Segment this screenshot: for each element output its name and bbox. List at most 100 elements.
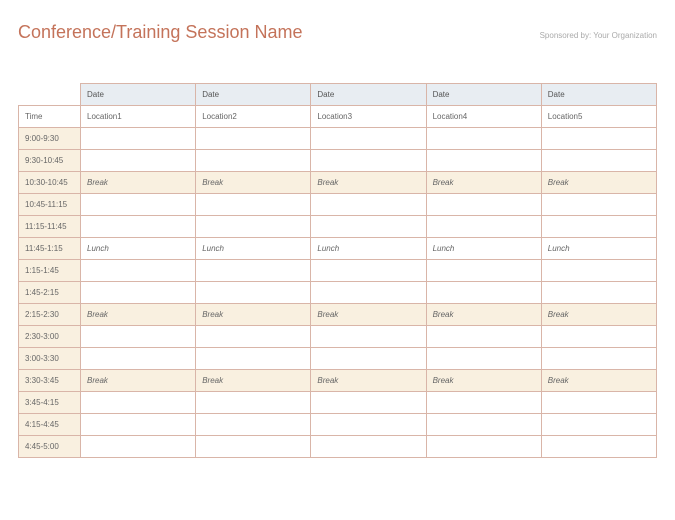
schedule-cell: Break bbox=[196, 304, 311, 326]
schedule-cell bbox=[311, 326, 426, 348]
table-row: 11:45-1:15LunchLunchLunchLunchLunch bbox=[19, 238, 657, 260]
date-header: Date bbox=[81, 84, 196, 106]
schedule-cell bbox=[81, 260, 196, 282]
schedule-cell bbox=[541, 216, 656, 238]
time-cell: 11:15-11:45 bbox=[19, 216, 81, 238]
location-header: Location1 bbox=[81, 106, 196, 128]
schedule-cell bbox=[81, 326, 196, 348]
schedule-cell bbox=[81, 282, 196, 304]
schedule-cell bbox=[81, 392, 196, 414]
schedule-cell: Break bbox=[81, 172, 196, 194]
schedule-table: Date Date Date Date Date Time Location1 … bbox=[18, 83, 657, 458]
schedule-cell bbox=[81, 436, 196, 458]
schedule-cell bbox=[541, 348, 656, 370]
schedule-cell bbox=[311, 414, 426, 436]
schedule-cell bbox=[541, 414, 656, 436]
location-header: Location3 bbox=[311, 106, 426, 128]
table-row: 2:15-2:30BreakBreakBreakBreakBreak bbox=[19, 304, 657, 326]
time-cell: 4:45-5:00 bbox=[19, 436, 81, 458]
schedule-cell bbox=[426, 282, 541, 304]
schedule-cell: Break bbox=[196, 370, 311, 392]
time-cell: 2:30-3:00 bbox=[19, 326, 81, 348]
schedule-cell bbox=[311, 392, 426, 414]
schedule-cell bbox=[196, 282, 311, 304]
table-row: 11:15-11:45 bbox=[19, 216, 657, 238]
table-row: 3:30-3:45BreakBreakBreakBreakBreak bbox=[19, 370, 657, 392]
table-row: 9:00-9:30 bbox=[19, 128, 657, 150]
table-row: 1:45-2:15 bbox=[19, 282, 657, 304]
schedule-cell: Lunch bbox=[426, 238, 541, 260]
table-row: 10:30-10:45BreakBreakBreakBreakBreak bbox=[19, 172, 657, 194]
date-header: Date bbox=[311, 84, 426, 106]
schedule-cell bbox=[426, 392, 541, 414]
location-header: Location5 bbox=[541, 106, 656, 128]
table-row: 2:30-3:00 bbox=[19, 326, 657, 348]
date-header-row: Date Date Date Date Date bbox=[19, 84, 657, 106]
schedule-cell bbox=[81, 194, 196, 216]
schedule-cell: Lunch bbox=[81, 238, 196, 260]
schedule-cell bbox=[196, 216, 311, 238]
schedule-cell bbox=[541, 436, 656, 458]
schedule-cell bbox=[541, 260, 656, 282]
schedule-cell: Lunch bbox=[311, 238, 426, 260]
schedule-cell: Break bbox=[541, 172, 656, 194]
schedule-cell: Lunch bbox=[541, 238, 656, 260]
time-cell: 3:00-3:30 bbox=[19, 348, 81, 370]
schedule-cell bbox=[81, 216, 196, 238]
date-header: Date bbox=[196, 84, 311, 106]
schedule-cell bbox=[426, 150, 541, 172]
time-cell: 1:45-2:15 bbox=[19, 282, 81, 304]
time-label: Time bbox=[19, 106, 81, 128]
schedule-cell bbox=[311, 194, 426, 216]
schedule-cell bbox=[311, 348, 426, 370]
schedule-cell bbox=[426, 348, 541, 370]
time-cell: 3:45-4:15 bbox=[19, 392, 81, 414]
schedule-cell: Break bbox=[311, 370, 426, 392]
table-row: 4:15-4:45 bbox=[19, 414, 657, 436]
schedule-cell bbox=[426, 326, 541, 348]
schedule-cell: Break bbox=[311, 172, 426, 194]
schedule-cell bbox=[426, 216, 541, 238]
location-row: Time Location1 Location2 Location3 Locat… bbox=[19, 106, 657, 128]
schedule-cell bbox=[196, 436, 311, 458]
schedule-cell: Break bbox=[81, 304, 196, 326]
time-cell: 10:30-10:45 bbox=[19, 172, 81, 194]
schedule-cell bbox=[426, 260, 541, 282]
schedule-cell bbox=[426, 128, 541, 150]
schedule-cell: Break bbox=[426, 370, 541, 392]
table-row: 1:15-1:45 bbox=[19, 260, 657, 282]
schedule-cell bbox=[426, 436, 541, 458]
corner-cell bbox=[19, 84, 81, 106]
schedule-cell bbox=[81, 414, 196, 436]
date-header: Date bbox=[541, 84, 656, 106]
schedule-cell: Break bbox=[541, 370, 656, 392]
schedule-cell bbox=[541, 150, 656, 172]
schedule-cell bbox=[196, 260, 311, 282]
schedule-cell bbox=[311, 128, 426, 150]
schedule-cell bbox=[81, 150, 196, 172]
location-header: Location4 bbox=[426, 106, 541, 128]
schedule-cell bbox=[311, 436, 426, 458]
schedule-cell bbox=[426, 414, 541, 436]
schedule-cell bbox=[196, 392, 311, 414]
schedule-cell bbox=[196, 348, 311, 370]
time-cell: 9:30-10:45 bbox=[19, 150, 81, 172]
schedule-cell: Lunch bbox=[196, 238, 311, 260]
schedule-cell: Break bbox=[426, 304, 541, 326]
table-row: 4:45-5:00 bbox=[19, 436, 657, 458]
schedule-cell: Break bbox=[81, 370, 196, 392]
date-header: Date bbox=[426, 84, 541, 106]
schedule-cell bbox=[541, 194, 656, 216]
schedule-cell bbox=[81, 128, 196, 150]
schedule-body: 9:00-9:309:30-10:4510:30-10:45BreakBreak… bbox=[19, 128, 657, 458]
schedule-cell: Break bbox=[196, 172, 311, 194]
schedule-cell bbox=[541, 128, 656, 150]
schedule-cell bbox=[196, 414, 311, 436]
schedule-cell bbox=[311, 216, 426, 238]
table-row: 3:45-4:15 bbox=[19, 392, 657, 414]
sponsor-text: Sponsored by: Your Organization bbox=[540, 31, 657, 40]
time-cell: 4:15-4:45 bbox=[19, 414, 81, 436]
schedule-cell bbox=[311, 150, 426, 172]
schedule-cell bbox=[196, 150, 311, 172]
schedule-cell bbox=[196, 326, 311, 348]
